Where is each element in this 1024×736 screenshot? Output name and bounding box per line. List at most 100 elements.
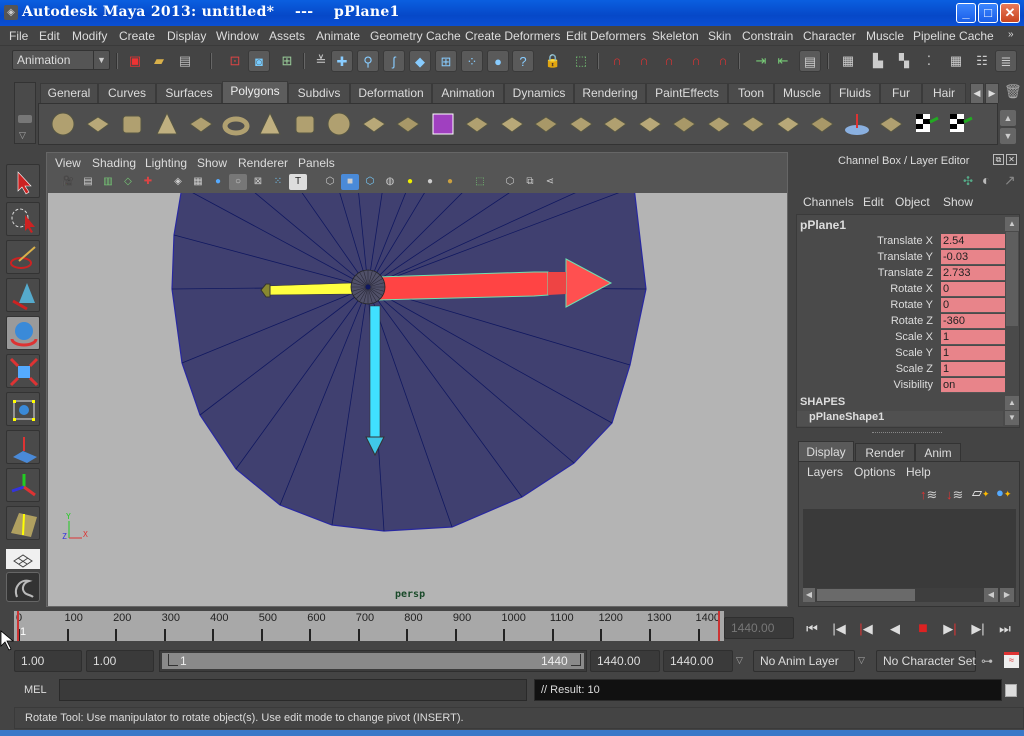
channel-label[interactable]: Translate X [877, 235, 933, 247]
step-forward-frame-icon[interactable]: ▶| [969, 620, 987, 638]
shelf-tab-toon[interactable]: Toon [728, 83, 774, 103]
poly-cone-icon[interactable] [153, 110, 181, 138]
edit-menu[interactable]: Edit [863, 195, 884, 209]
menu-geometry-cache[interactable]: Geometry Cache [370, 29, 461, 43]
anim-layer-dropdown-icon[interactable]: ▽ [736, 655, 743, 666]
bookmarks-icon[interactable]: ▥ [99, 174, 117, 190]
shelf-tab-deformation[interactable]: Deformation [350, 83, 432, 103]
menu-skeleton[interactable]: Skeleton [652, 29, 699, 43]
playback-start-field[interactable]: 1.00 [86, 650, 154, 672]
append-to-polygon-icon[interactable] [567, 110, 595, 138]
step-forward-key-icon[interactable]: ▶| [941, 620, 959, 638]
viewport-menu-view[interactable]: View [55, 156, 81, 170]
bridge-icon[interactable] [532, 110, 560, 138]
move-layer-up-icon[interactable]: ↑≋ [920, 487, 937, 503]
step-back-frame-icon[interactable]: |◀ [830, 620, 848, 638]
minimize-button[interactable]: _ [956, 3, 976, 23]
panel-splitter[interactable] [872, 432, 942, 435]
menu-pipeline-cache[interactable]: Pipeline Cache [913, 29, 994, 43]
poly-plane-icon[interactable] [187, 110, 215, 138]
current-time-field[interactable]: 1440.00 [724, 617, 794, 639]
channel-label[interactable]: Rotate X [890, 283, 933, 295]
arrow-icon[interactable]: ↗ [1004, 172, 1016, 189]
move-layer-down-icon[interactable]: ↓≋ [946, 487, 963, 503]
channel-value[interactable]: -0.03 [941, 250, 1005, 265]
channel-scrollbar[interactable] [1006, 232, 1018, 326]
scroll-thumb[interactable] [817, 589, 915, 601]
output-connections-icon[interactable]: ⇤ [772, 50, 794, 72]
tool-settings-icon[interactable]: ☷ [971, 50, 993, 72]
channel-value[interactable]: 2.54 [941, 234, 1005, 249]
close-panel-icon[interactable]: ✕ [1006, 154, 1017, 165]
channel-row[interactable]: Scale Z 1 [799, 362, 1005, 378]
quick-layout-icon[interactable] [6, 549, 40, 569]
separate-icon[interactable] [394, 110, 422, 138]
time-slider[interactable]: 0 100 200 300 400 500 600 700 800 900 1000 1100 1200… [14, 611, 724, 641]
channel-value[interactable]: 1 [941, 330, 1005, 345]
channel-value[interactable]: 0 [941, 282, 1005, 297]
maya-logo-icon[interactable] [6, 572, 40, 602]
select-dynamics-icon[interactable]: ⁘ [461, 50, 483, 72]
play-backwards-icon[interactable]: ◀ [886, 620, 904, 638]
menu-assets[interactable]: Assets [269, 29, 305, 43]
xray-joints-icon[interactable]: ⧉ [521, 174, 539, 190]
film-gate-icon[interactable]: ✚ [139, 174, 157, 190]
show-manipulator[interactable] [6, 506, 40, 540]
shelf-tab-hair[interactable]: Hair [922, 83, 966, 103]
shelf-tab-curves[interactable]: Curves [98, 83, 156, 103]
new-layer-selected-icon[interactable]: ●✦ [996, 485, 1011, 500]
command-input[interactable] [59, 679, 527, 701]
layer-tab-display[interactable]: Display [798, 441, 854, 461]
shelf-tab-fluids[interactable]: Fluids [830, 83, 880, 103]
channel-row[interactable]: Rotate X 0 [799, 282, 1005, 298]
select-camera-icon[interactable]: 🎥 [59, 174, 77, 190]
new-empty-layer-icon[interactable]: ▱✦ [972, 485, 990, 501]
merge-icon[interactable] [705, 110, 733, 138]
channel-row[interactable]: Scale Y 1 [799, 346, 1005, 362]
move-tool[interactable] [6, 468, 40, 502]
auto-key-icon[interactable]: ⊶ [981, 654, 993, 668]
render-view-icon[interactable]: ▦ [837, 50, 859, 72]
mask-options-icon[interactable]: ≚ [310, 50, 332, 72]
high-quality-icon[interactable]: ● [441, 174, 459, 190]
channel-label[interactable]: Rotate Z [891, 315, 933, 327]
camera-attributes-icon[interactable]: ▤ [79, 174, 97, 190]
channel-label[interactable]: Scale Z [896, 363, 933, 375]
shadows-icon[interactable]: ● [421, 174, 439, 190]
viewport-canvas[interactable]: Y X Z persp [48, 193, 787, 606]
chamfer-icon[interactable] [808, 110, 836, 138]
smooth-icon[interactable] [429, 110, 457, 138]
input-connections-icon[interactable]: ⇥ [750, 50, 772, 72]
menu-edit-deformers[interactable]: Edit Deformers [566, 29, 646, 43]
xray-components-icon[interactable]: ⋖ [541, 174, 559, 190]
hypershade-icon[interactable]: ▦ [945, 50, 967, 72]
shapes-scroll-down-icon[interactable]: ▼ [1005, 411, 1019, 425]
channel-value[interactable]: 0 [941, 298, 1005, 313]
3d-viewport[interactable]: Y X Z persp [48, 193, 787, 606]
range-start-handle[interactable] [168, 654, 178, 666]
channel-label[interactable]: Scale Y [895, 347, 933, 359]
menu-create[interactable]: Create [119, 29, 155, 43]
wireframe-icon[interactable]: ⬡ [321, 174, 339, 190]
snap-view-plane-icon[interactable]: ∩ [685, 50, 707, 72]
shelf-down-arrow-icon[interactable]: ▼ [1000, 128, 1016, 144]
go-to-start-icon[interactable]: ⏮ [803, 620, 821, 638]
shelf-scroll-left-icon[interactable]: ◀ [970, 83, 984, 103]
menu-set-dropdown[interactable]: Animation ▼ [12, 50, 110, 70]
shape-name[interactable]: pPlaneShape1 [809, 411, 884, 423]
channel-row[interactable]: Visibility on [799, 378, 1005, 394]
grid-icon[interactable]: ◈ [169, 174, 187, 190]
menu-character[interactable]: Character [803, 29, 856, 43]
layer-tab-render[interactable]: Render [855, 443, 915, 461]
menu-file[interactable]: File [9, 29, 28, 43]
textured-icon[interactable]: ◍ [381, 174, 399, 190]
menu-overflow[interactable]: » [1008, 29, 1014, 40]
scroll-left-icon[interactable]: ◀ [803, 588, 815, 602]
viewport-menu-renderer[interactable]: Renderer [238, 156, 288, 170]
menu-display[interactable]: Display [167, 29, 206, 43]
select-surfaces-icon[interactable]: ◆ [409, 50, 431, 72]
select-by-hierarchy-icon[interactable]: ⊡ [224, 50, 246, 72]
channel-label[interactable]: Translate Y [877, 251, 933, 263]
film-icon[interactable]: ▦ [189, 174, 207, 190]
snap-grid-icon[interactable]: ∩ [606, 50, 628, 72]
